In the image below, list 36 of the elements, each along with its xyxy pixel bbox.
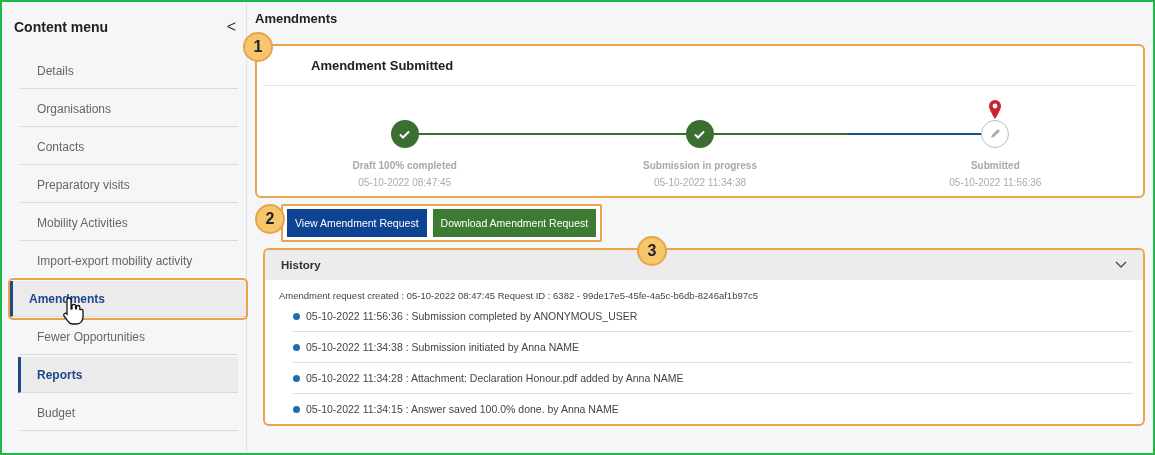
action-button[interactable]: Download Amendment Request: [432, 209, 597, 237]
sidebar-item[interactable]: Organisations: [18, 91, 238, 127]
step-date: 05-10-2022 08:47:45: [358, 177, 452, 188]
history-entry: 05-10-2022 11:56:36 : Submission completed by ANONYMOUS_USER: [306, 310, 638, 322]
step-date: 05-10-2022 11:34:38: [653, 177, 747, 188]
history-summary: Amendment request created : 05-10-2022 08:47:45 Request ID : 6382 - 99de17e5-45fe-4a5c-b6db-8246af1b97c5: [278, 289, 760, 301]
history-title: History: [281, 259, 321, 271]
history-entry: 05-10-2022 11:34:28 : Attachment: Declaration Honour.pdf added by Anna NAME: [306, 372, 684, 384]
sidebar-item[interactable]: Preparatory visits: [18, 167, 238, 203]
step-label: Draft 100% completed: [352, 160, 457, 171]
sidebar-item[interactable]: Budget: [18, 395, 238, 431]
sidebar-item[interactable]: Fewer Opportunities: [18, 319, 238, 355]
callout-number: 2: [255, 204, 285, 234]
history-entry: 05-10-2022 11:34:15 : Answer saved 100.0% done. by Anna NAME: [306, 403, 619, 415]
action-button[interactable]: View Amendment Request: [287, 209, 427, 237]
sidebar-item[interactable]: Reports: [18, 357, 238, 393]
sidebar-item[interactable]: Amendments: [10, 281, 246, 317]
card-title: Amendment Submitted: [263, 46, 1137, 86]
collapse-button[interactable]: <: [222, 18, 240, 36]
sidebar-item[interactable]: Contacts: [18, 129, 238, 165]
bullet-icon: [293, 374, 300, 382]
bullet-icon: [293, 312, 300, 320]
sidebar-item[interactable]: Details: [18, 53, 238, 89]
step-date: 05-10-2022 11:56:36: [949, 177, 1042, 188]
history-entry: 05-10-2022 11:34:38 : Submission initiated by Anna NAME: [306, 341, 579, 353]
step-label: Submitted: [970, 160, 1020, 171]
bullet-icon: [293, 405, 300, 413]
sidebar-title: Content menu: [14, 19, 109, 35]
sidebar-item[interactable]: Import-export mobility activity: [18, 243, 238, 279]
callout-number: 1: [243, 32, 273, 62]
page-title: Amendments: [255, 9, 339, 28]
sidebar-item[interactable]: Mobility Activities: [18, 205, 238, 241]
bullet-icon: [293, 343, 300, 351]
step-label: Submission in progress: [643, 160, 757, 171]
location-pin-icon: [988, 100, 1003, 120]
callout-number: 3: [637, 236, 667, 266]
